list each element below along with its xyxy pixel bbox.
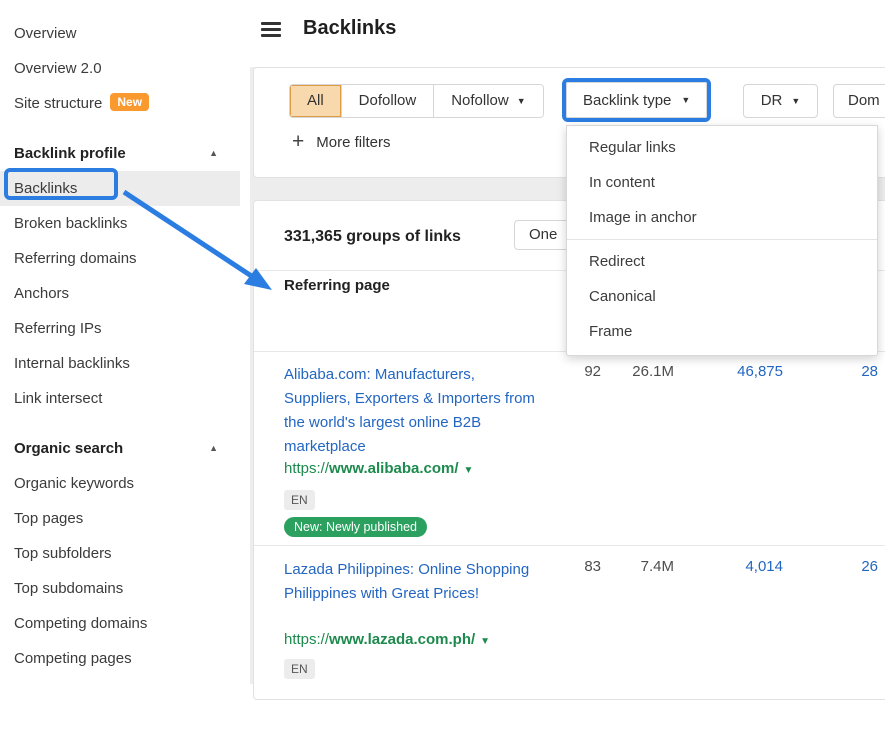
sidebar-item-site-structure[interactable]: Site structure New xyxy=(0,86,240,121)
referring-page-title-link[interactable]: Lazada Philippines: Online Shopping Phil… xyxy=(284,558,536,606)
sidebar-item-label: Top subfolders xyxy=(14,545,112,562)
menu-divider xyxy=(567,239,877,240)
dr-label: DR xyxy=(761,85,783,117)
new-badge: New xyxy=(110,93,149,111)
plus-icon: + xyxy=(292,132,304,152)
extra-count-link[interactable]: 28 xyxy=(778,363,878,380)
dr-value: 83 xyxy=(541,558,601,575)
links-count-link[interactable]: 4,014 xyxy=(683,558,783,575)
sidebar-item-competing-pages[interactable]: Competing pages xyxy=(0,641,240,676)
sidebar-item-competing-domains[interactable]: Competing domains xyxy=(0,606,240,641)
sidebar-item-overview[interactable]: Overview xyxy=(0,16,240,51)
sidebar-item-link-intersect[interactable]: Link intersect xyxy=(0,381,240,416)
menu-item-image-in-anchor[interactable]: Image in anchor xyxy=(567,200,877,235)
chevron-down-icon: ▼ xyxy=(517,85,526,117)
backlink-type-label: Backlink type xyxy=(583,92,671,109)
sidebar-item-label: Top subdomains xyxy=(14,580,123,597)
domain-filter-button[interactable]: Dom xyxy=(833,84,885,118)
referring-page-url[interactable]: https://www.alibaba.com/ ▼ xyxy=(284,460,473,477)
filter-dofollow-label: Dofollow xyxy=(359,85,417,117)
more-filters-label: More filters xyxy=(316,134,390,151)
url-domain: www.alibaba.com/ xyxy=(329,460,458,477)
sidebar-item-top-pages[interactable]: Top pages xyxy=(0,501,240,536)
filter-nofollow-button[interactable]: Nofollow▼ xyxy=(433,85,542,117)
backlink-type-button[interactable]: Backlink type ▼ xyxy=(566,82,707,118)
page-title: Backlinks xyxy=(303,17,396,40)
annotation-box-backlink-type: Backlink type ▼ xyxy=(562,78,711,122)
menu-item-redirect[interactable]: Redirect xyxy=(567,244,877,279)
column-header-referring-page: Referring page xyxy=(284,277,390,294)
chevron-down-icon[interactable]: ▼ xyxy=(464,465,474,476)
sidebar-item-label: Link intersect xyxy=(14,390,102,407)
filter-nofollow-label: Nofollow xyxy=(451,85,509,117)
sidebar-section-label: Organic search xyxy=(14,440,123,457)
sidebar-item-top-subfolders[interactable]: Top subfolders xyxy=(0,536,240,571)
sidebar-item-label: Anchors xyxy=(14,285,69,302)
sidebar-item-backlinks[interactable]: Backlinks xyxy=(0,171,240,206)
new-published-badge: New: Newly published xyxy=(284,517,427,537)
traffic-value: 7.4M xyxy=(604,558,674,575)
sidebar-section-backlink-profile[interactable]: Backlink profile ▲ xyxy=(0,136,240,171)
menu-item-canonical[interactable]: Canonical xyxy=(567,279,877,314)
sidebar-item-anchors[interactable]: Anchors xyxy=(0,276,240,311)
table-row: Alibaba.com: Manufacturers, Suppliers, E… xyxy=(254,351,885,546)
sidebar-item-label: Overview 2.0 xyxy=(14,60,102,77)
extra-count-link[interactable]: 26 xyxy=(778,558,878,575)
referring-page-url[interactable]: https://www.lazada.com.ph/ ▼ xyxy=(284,631,490,648)
sidebar-item-label: Internal backlinks xyxy=(14,355,130,372)
menu-item-regular-links[interactable]: Regular links xyxy=(567,130,877,165)
sidebar-item-top-subdomains[interactable]: Top subdomains xyxy=(0,571,240,606)
menu-icon[interactable] xyxy=(261,22,281,38)
sidebar-item-label: Site structure xyxy=(14,95,102,112)
sidebar-item-label: Competing domains xyxy=(14,615,147,632)
url-domain: www.lazada.com.ph/ xyxy=(329,631,475,648)
sidebar-item-label: Competing pages xyxy=(14,650,132,667)
sidebar: Overview Overview 2.0 Site structureNew … xyxy=(0,0,250,684)
group-mode-label: One xyxy=(529,221,557,249)
sidebar-section-label: Backlink profile xyxy=(14,145,126,162)
filter-dofollow-button[interactable]: Dofollow xyxy=(341,85,434,117)
sidebar-section-organic-search[interactable]: Organic search ▲ xyxy=(0,431,240,466)
dr-value: 92 xyxy=(541,363,601,380)
follow-segmented-control: All Dofollow Nofollow▼ xyxy=(289,84,544,118)
sidebar-item-broken-backlinks[interactable]: Broken backlinks xyxy=(0,206,240,241)
chevron-down-icon: ▼ xyxy=(681,95,690,105)
sidebar-item-label: Broken backlinks xyxy=(14,215,127,232)
referring-page-title-link[interactable]: Alibaba.com: Manufacturers, Suppliers, E… xyxy=(284,363,536,459)
table-row: Lazada Philippines: Online Shopping Phil… xyxy=(254,546,885,746)
backlink-type-dropdown: Regular links In content Image in anchor… xyxy=(566,125,878,356)
url-prefix: https:// xyxy=(284,631,329,648)
more-filters-button[interactable]: + More filters xyxy=(292,132,390,152)
sidebar-item-organic-keywords[interactable]: Organic keywords xyxy=(0,466,240,501)
sidebar-item-label: Top pages xyxy=(14,510,83,527)
filter-all-label: All xyxy=(307,85,324,117)
menu-item-frame[interactable]: Frame xyxy=(567,314,877,349)
chevron-down-icon[interactable]: ▼ xyxy=(480,636,490,647)
links-count-link[interactable]: 46,875 xyxy=(683,363,783,380)
menu-item-in-content[interactable]: In content xyxy=(567,165,877,200)
sidebar-item-label: Referring domains xyxy=(14,250,137,267)
language-badge: EN xyxy=(284,490,315,510)
sidebar-item-label: Referring IPs xyxy=(14,320,102,337)
url-prefix: https:// xyxy=(284,460,329,477)
collapse-icon[interactable]: ▲ xyxy=(209,431,218,466)
language-badge: EN xyxy=(284,659,315,679)
sidebar-item-label: Backlinks xyxy=(14,180,77,197)
collapse-icon[interactable]: ▲ xyxy=(209,136,218,171)
filter-all-button[interactable]: All xyxy=(290,85,341,117)
chevron-down-icon: ▼ xyxy=(791,85,800,117)
sidebar-item-overview-2[interactable]: Overview 2.0 xyxy=(0,51,240,86)
domain-label: Dom xyxy=(848,85,880,117)
sidebar-item-referring-ips[interactable]: Referring IPs xyxy=(0,311,240,346)
sidebar-item-label: Organic keywords xyxy=(14,475,134,492)
sidebar-item-label: Overview xyxy=(14,25,77,42)
dr-filter-button[interactable]: DR▼ xyxy=(743,84,818,118)
traffic-value: 26.1M xyxy=(604,363,674,380)
sidebar-item-internal-backlinks[interactable]: Internal backlinks xyxy=(0,346,240,381)
sidebar-item-referring-domains[interactable]: Referring domains xyxy=(0,241,240,276)
results-count: 331,365 groups of links xyxy=(284,228,461,246)
